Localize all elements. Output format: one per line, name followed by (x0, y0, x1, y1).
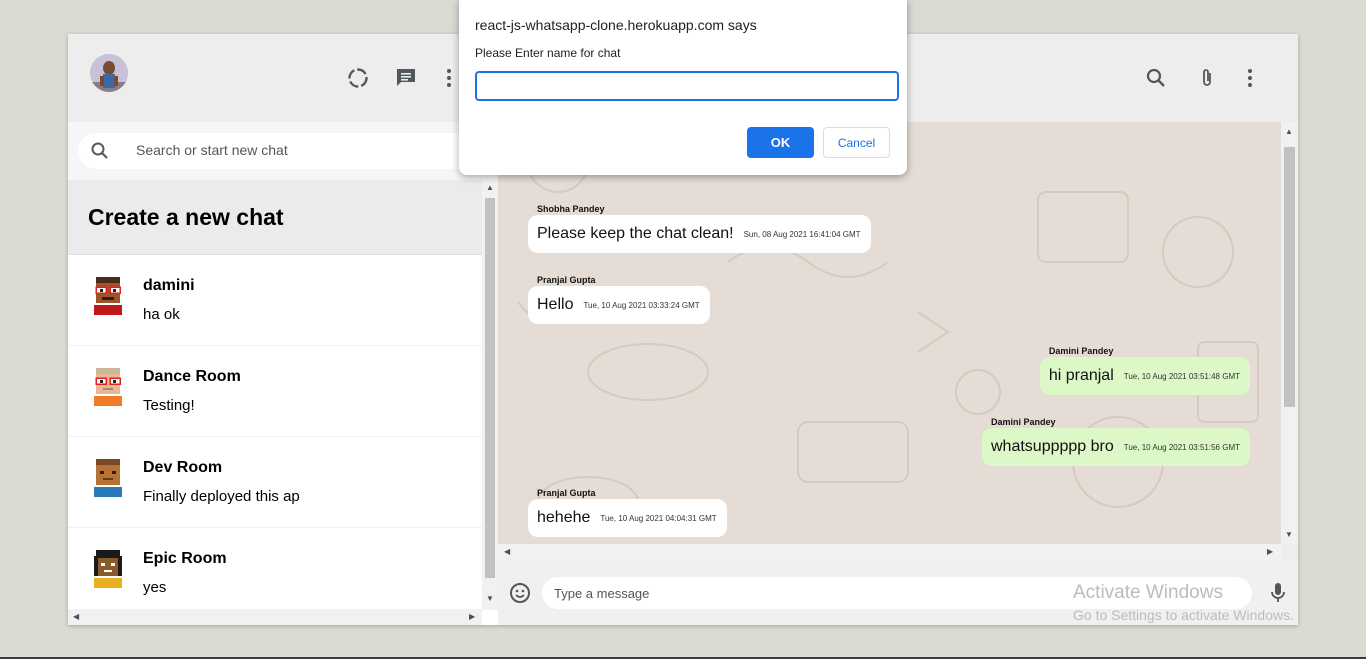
emoji-icon[interactable] (509, 582, 533, 606)
mic-icon[interactable] (1268, 581, 1292, 605)
message-text: hi pranjal (1048, 367, 1114, 384)
message: Damini Pandey hi pranjal Tue, 10 Aug 202… (1039, 346, 1250, 395)
search-bar (68, 122, 498, 180)
sidebar-vertical-scrollbar[interactable]: ▲ ▼ (482, 180, 498, 610)
chat-name: Dev Room (143, 459, 223, 476)
search-container[interactable] (78, 133, 498, 169)
message-bubble: whatsuppppp bro Tue, 10 Aug 2021 03:51:5… (982, 428, 1250, 466)
scroll-left-arrow-icon[interactable]: ◀ (73, 613, 79, 621)
message-text: Please keep the chat clean! (537, 225, 734, 242)
chat-last-message: yes (143, 579, 167, 596)
scroll-left-arrow-icon[interactable]: ◀ (504, 548, 510, 556)
chat-row[interactable]: Epic Room yes (68, 528, 482, 610)
message-timestamp: Tue, 10 Aug 2021 03:51:56 GMT (1123, 442, 1240, 452)
message-bubble: hehehe Tue, 10 Aug 2021 04:04:31 GMT (528, 499, 727, 537)
chat-name: Epic Room (143, 550, 227, 567)
chat-name: damini (143, 277, 195, 294)
message-sender: Damini Pandey (991, 417, 1056, 427)
sidebar-horizontal-scrollbar[interactable]: ◀ ▶ (68, 609, 482, 625)
chat-avatar (92, 277, 124, 315)
more-vert-icon[interactable] (444, 66, 454, 90)
message-timestamp: Tue, 10 Aug 2021 04:04:31 GMT (600, 513, 717, 523)
chat-last-message: ha ok (143, 306, 180, 323)
chat-last-message: Testing! (143, 397, 195, 414)
message: Shobha Pandey Please keep the chat clean… (528, 204, 871, 253)
chat-list: Create a new chat damini ha ok Dance Roo… (68, 180, 482, 610)
search-input[interactable] (134, 141, 468, 159)
message: Damini Pandey whatsuppppp bro Tue, 10 Au… (982, 417, 1250, 466)
chat-background-pattern (517, 131, 1259, 528)
message-sender: Pranjal Gupta (537, 275, 596, 285)
create-new-chat-button[interactable]: Create a new chat (68, 180, 482, 255)
message-input[interactable] (552, 585, 1056, 602)
chat-horizontal-scrollbar[interactable]: ◀ ▶ (498, 544, 1281, 561)
message-bubble: Hello Tue, 10 Aug 2021 03:33:24 GMT (528, 286, 710, 324)
chat-vertical-scrollbar[interactable]: ▲ ▼ (1281, 122, 1298, 544)
chat-footer (498, 561, 1298, 625)
create-new-chat-label: Create a new chat (88, 203, 284, 230)
scroll-down-arrow-icon[interactable]: ▼ (1285, 531, 1293, 539)
chat-messages: Shobha Pandey Please keep the chat clean… (498, 122, 1281, 544)
chat-row[interactable]: damini ha ok (68, 255, 482, 346)
message-text: Hello (537, 296, 574, 313)
scrollbar-thumb[interactable] (1284, 147, 1295, 407)
message-text: hehehe (537, 509, 591, 526)
avatar[interactable] (90, 54, 128, 92)
search-icon[interactable] (1144, 66, 1168, 90)
message-bubble: Please keep the chat clean! Sun, 08 Aug … (528, 215, 871, 253)
dialog-prompt: Please Enter name for chat (475, 46, 621, 60)
message-timestamp: Tue, 10 Aug 2021 03:51:48 GMT (1123, 371, 1240, 381)
message-timestamp: Tue, 10 Aug 2021 03:33:24 GMT (583, 300, 700, 310)
scroll-up-arrow-icon[interactable]: ▲ (1285, 128, 1293, 136)
chat-row[interactable]: Dev Room Finally deployed this ap (68, 437, 482, 528)
message: Pranjal Gupta hehehe Tue, 10 Aug 2021 04… (528, 488, 727, 537)
attach-icon[interactable] (1195, 66, 1219, 90)
chat-avatar (92, 459, 124, 497)
cancel-button[interactable]: Cancel (823, 127, 890, 158)
scroll-right-arrow-icon[interactable]: ▶ (1267, 548, 1273, 556)
status-icon[interactable] (346, 66, 370, 90)
more-vert-icon[interactable] (1245, 66, 1255, 90)
scroll-down-arrow-icon[interactable]: ▼ (486, 595, 494, 603)
chat-avatar (92, 550, 124, 588)
chat-name: Dance Room (143, 368, 241, 385)
chat-row[interactable]: Dance Room Testing! (68, 346, 482, 437)
ok-button[interactable]: OK (747, 127, 814, 158)
message-sender: Damini Pandey (1048, 346, 1114, 356)
sidebar-header (68, 34, 498, 122)
dialog-title: react-js-whatsapp-clone.herokuapp.com sa… (475, 17, 757, 33)
scroll-right-arrow-icon[interactable]: ▶ (469, 613, 475, 621)
message-sender: Shobha Pandey (537, 204, 605, 214)
message-text: whatsuppppp bro (991, 438, 1114, 455)
scroll-up-arrow-icon[interactable]: ▲ (486, 184, 494, 192)
message: Pranjal Gupta Hello Tue, 10 Aug 2021 03:… (528, 275, 710, 324)
chat-last-message: Finally deployed this ap (143, 488, 300, 505)
message-sender: Pranjal Gupta (537, 488, 596, 498)
prompt-dialog: react-js-whatsapp-clone.herokuapp.com sa… (459, 0, 907, 175)
message-input-container[interactable] (542, 577, 1252, 609)
message-timestamp: Sun, 08 Aug 2021 16:41:04 GMT (743, 229, 861, 239)
scrollbar-thumb[interactable] (485, 198, 495, 578)
search-icon (90, 141, 110, 166)
chat-icon[interactable] (394, 66, 418, 90)
chat-name-input[interactable] (475, 71, 899, 101)
message-bubble: hi pranjal Tue, 10 Aug 2021 03:51:48 GMT (1039, 357, 1250, 395)
chat-avatar (92, 368, 124, 406)
sidebar: Create a new chat damini ha ok (68, 34, 498, 625)
